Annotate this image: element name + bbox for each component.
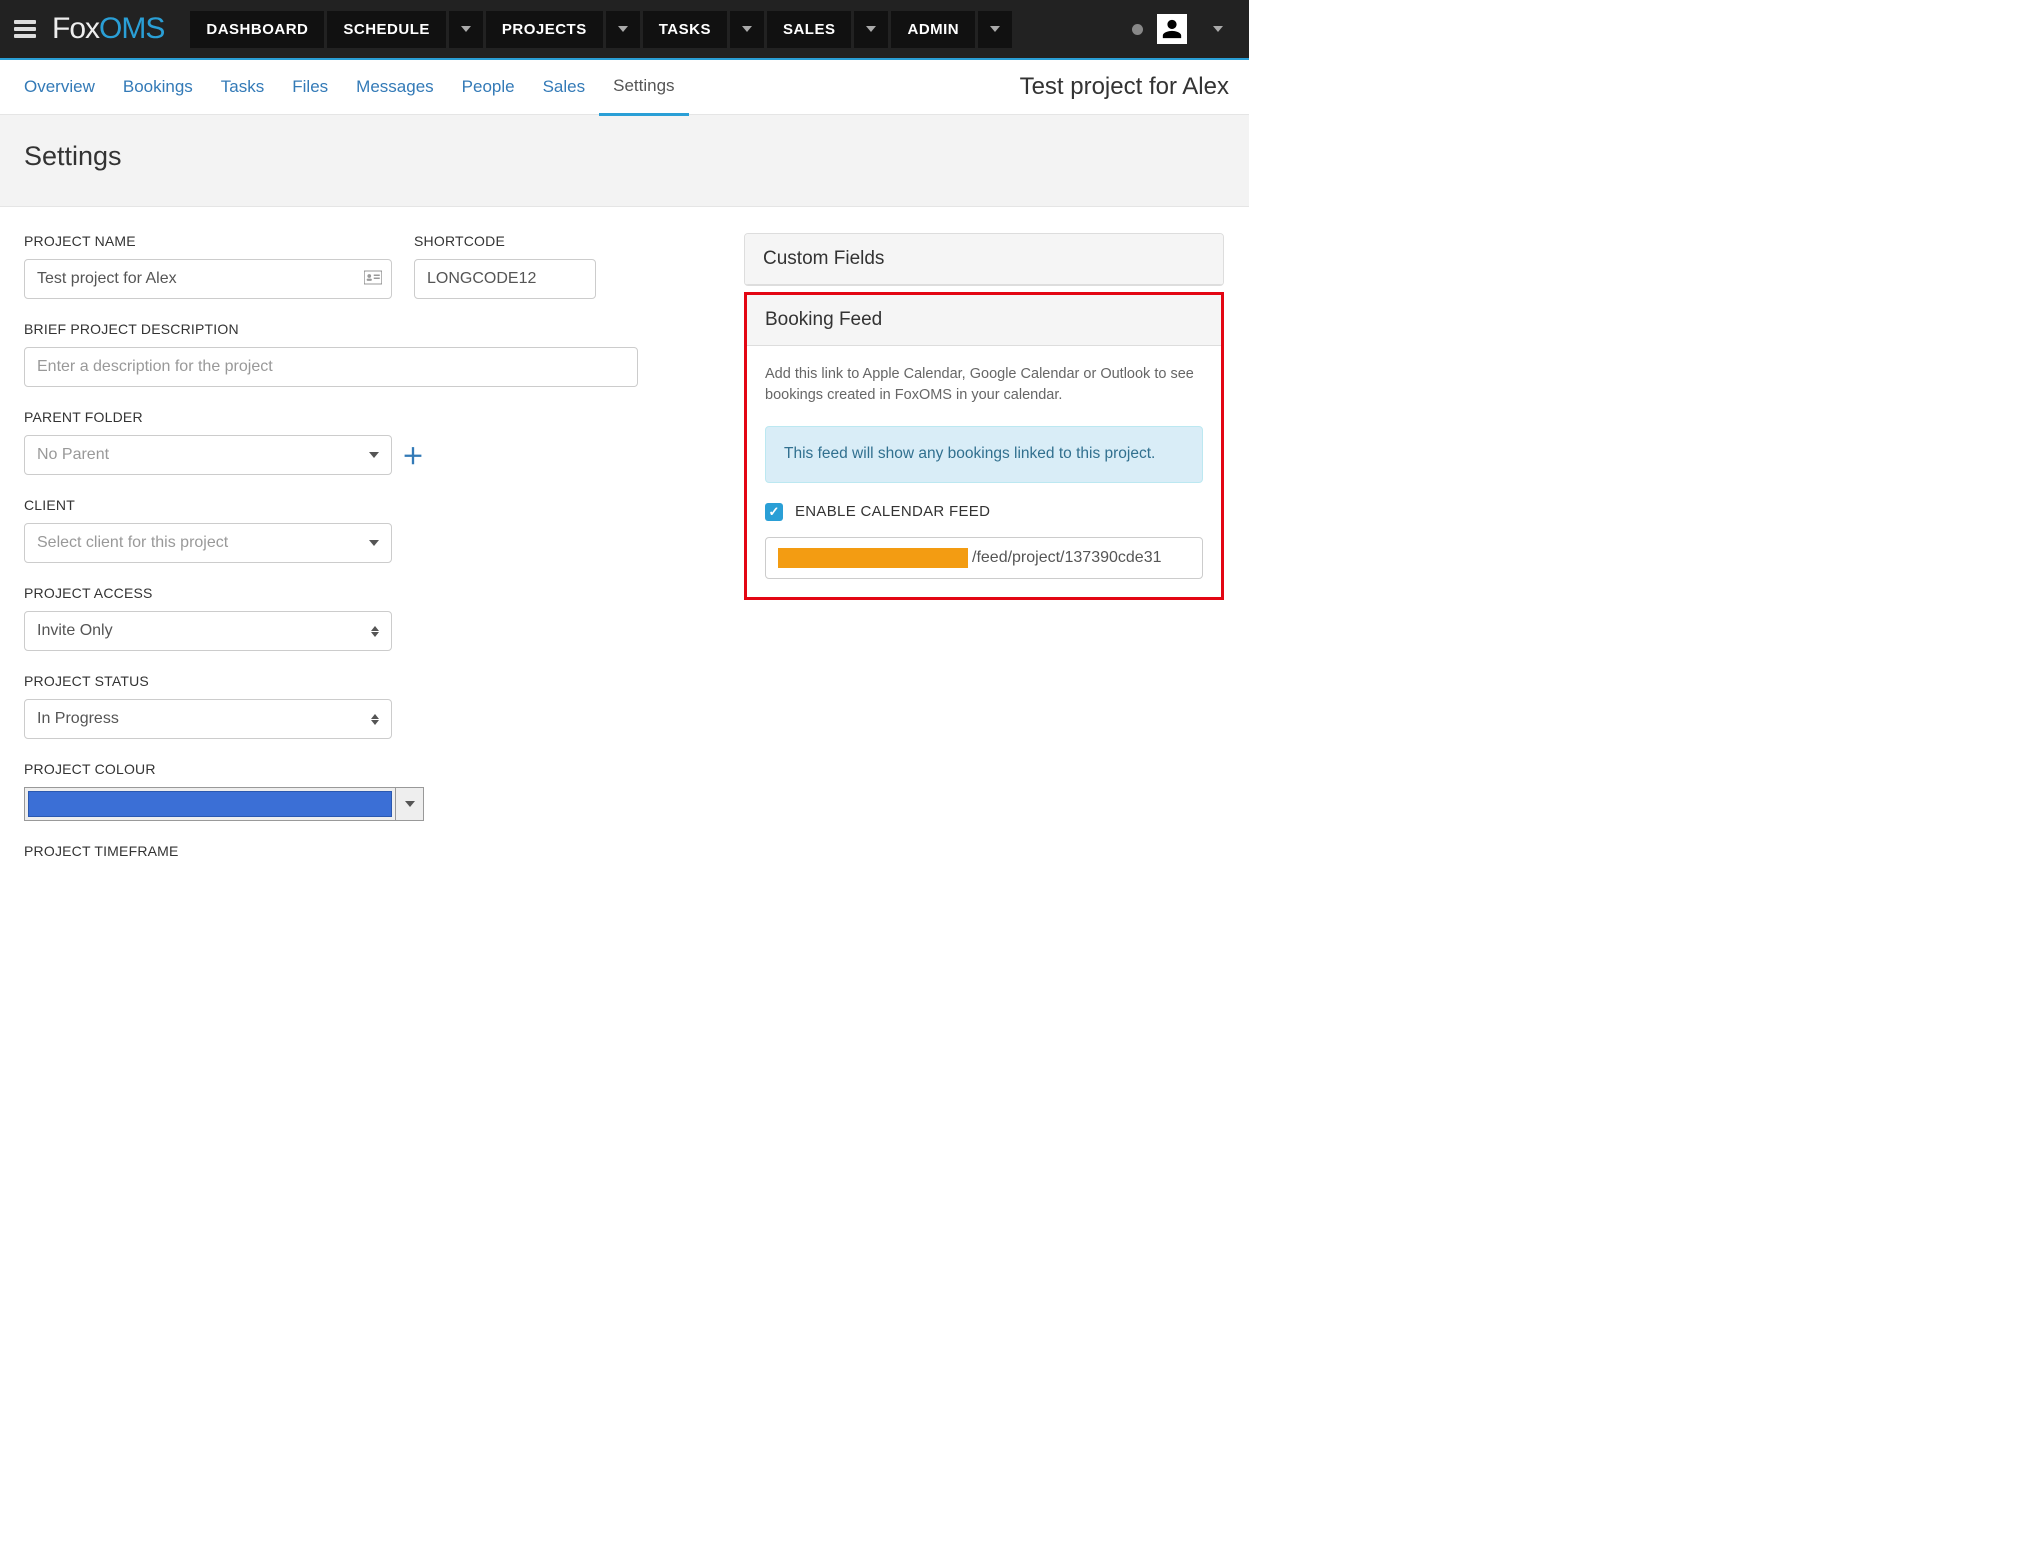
description-label: BRIEF PROJECT DESCRIPTION <box>24 321 644 337</box>
custom-fields-panel: Custom Fields <box>744 233 1224 286</box>
content-area: PROJECT NAME SHORTCODE BRIEF PROJECT DES… <box>0 207 1249 895</box>
project-access-value: Invite Only <box>37 622 113 640</box>
subtab-overview[interactable]: Overview <box>10 60 109 114</box>
project-status-label: PROJECT STATUS <box>24 673 644 689</box>
chevron-down-icon <box>618 26 628 32</box>
brand-part1: Fox <box>52 12 99 45</box>
primary-nav: DASHBOARD SCHEDULE PROJECTS TASKS SALES … <box>190 11 1126 48</box>
project-title: Test project for Alex <box>1020 73 1239 101</box>
nav-admin-caret[interactable] <box>978 11 1012 48</box>
id-card-icon <box>364 271 382 288</box>
nav-schedule-caret[interactable] <box>449 11 483 48</box>
updown-icon <box>371 714 379 725</box>
chevron-down-icon <box>1213 26 1223 32</box>
person-icon <box>1161 18 1183 40</box>
booking-feed-description: Add this link to Apple Calendar, Google … <box>765 364 1203 406</box>
user-avatar[interactable] <box>1157 14 1187 44</box>
parent-folder-select[interactable]: No Parent <box>24 435 392 475</box>
nav-dashboard[interactable]: DASHBOARD <box>190 11 324 48</box>
status-dot-icon[interactable] <box>1132 24 1143 35</box>
subtab-people[interactable]: People <box>448 60 529 114</box>
custom-fields-title[interactable]: Custom Fields <box>745 234 1223 285</box>
booking-feed-body: Add this link to Apple Calendar, Google … <box>747 346 1221 597</box>
project-colour-picker[interactable] <box>24 787 424 821</box>
chevron-down-icon <box>461 26 471 32</box>
project-status-select[interactable]: In Progress <box>24 699 392 739</box>
enable-feed-label: ENABLE CALENDAR FEED <box>795 503 990 520</box>
chevron-down-icon <box>866 26 876 32</box>
feed-url-field[interactable]: /feed/project/137390cde31 <box>765 537 1203 579</box>
right-column: Custom Fields Booking Feed Add this link… <box>744 233 1224 600</box>
booking-feed-highlight: Booking Feed Add this link to Apple Cale… <box>744 292 1224 600</box>
subtab-messages[interactable]: Messages <box>342 60 447 114</box>
subtab-settings[interactable]: Settings <box>599 59 688 116</box>
colour-swatch <box>28 791 392 817</box>
nav-tasks-caret[interactable] <box>730 11 764 48</box>
project-access-select[interactable]: Invite Only <box>24 611 392 651</box>
updown-icon <box>371 626 379 637</box>
chevron-down-icon <box>742 26 752 32</box>
project-status-value: In Progress <box>37 710 119 728</box>
subtab-tasks[interactable]: Tasks <box>207 60 278 114</box>
nav-schedule[interactable]: SCHEDULE <box>327 11 446 48</box>
chevron-down-icon <box>369 540 379 546</box>
nav-sales[interactable]: SALES <box>767 11 852 48</box>
subtab-sales[interactable]: Sales <box>529 60 600 114</box>
nav-sales-caret[interactable] <box>854 11 888 48</box>
nav-right <box>1132 14 1235 44</box>
redacted-bar <box>778 548 968 568</box>
settings-header-strip: Settings <box>0 115 1249 207</box>
colour-picker-caret[interactable] <box>395 788 423 820</box>
project-timeframe-label: PROJECT TIMEFRAME <box>24 843 644 859</box>
brand-part2: OMS <box>99 12 164 45</box>
nav-projects-caret[interactable] <box>606 11 640 48</box>
chevron-down-icon <box>990 26 1000 32</box>
subtab-files[interactable]: Files <box>278 60 342 114</box>
description-input[interactable] <box>24 347 638 387</box>
enable-feed-checkbox[interactable]: ✓ <box>765 503 783 521</box>
booking-feed-title: Booking Feed <box>747 295 1221 346</box>
project-name-input[interactable] <box>24 259 392 299</box>
top-navbar: FoxOMS DASHBOARD SCHEDULE PROJECTS TASKS… <box>0 0 1249 58</box>
user-menu-caret[interactable] <box>1201 16 1235 42</box>
page-title: Settings <box>24 141 1225 172</box>
brand-logo[interactable]: FoxOMS <box>52 12 164 46</box>
project-access-label: PROJECT ACCESS <box>24 585 644 601</box>
add-parent-button[interactable]: ＋ <box>402 439 424 471</box>
client-label: CLIENT <box>24 497 644 513</box>
project-colour-label: PROJECT COLOUR <box>24 761 644 777</box>
shortcode-input[interactable] <box>414 259 596 299</box>
subtab-bookings[interactable]: Bookings <box>109 60 207 114</box>
project-subtabs: Overview Bookings Tasks Files Messages P… <box>0 60 1249 115</box>
project-name-label: PROJECT NAME <box>24 233 392 249</box>
client-select[interactable]: Select client for this project <box>24 523 392 563</box>
chevron-down-icon <box>369 452 379 458</box>
chevron-down-icon <box>405 801 415 807</box>
parent-folder-value: No Parent <box>37 446 109 464</box>
settings-form: PROJECT NAME SHORTCODE BRIEF PROJECT DES… <box>24 233 644 869</box>
booking-feed-panel: Booking Feed Add this link to Apple Cale… <box>747 295 1221 597</box>
hamburger-icon[interactable] <box>14 18 36 40</box>
feed-url-tail: /feed/project/137390cde31 <box>972 549 1161 567</box>
parent-folder-label: PARENT FOLDER <box>24 409 644 425</box>
nav-admin[interactable]: ADMIN <box>891 11 975 48</box>
nav-projects[interactable]: PROJECTS <box>486 11 603 48</box>
booking-feed-info: This feed will show any bookings linked … <box>765 426 1203 482</box>
nav-tasks[interactable]: TASKS <box>643 11 727 48</box>
shortcode-label: SHORTCODE <box>414 233 596 249</box>
client-placeholder: Select client for this project <box>37 534 228 552</box>
